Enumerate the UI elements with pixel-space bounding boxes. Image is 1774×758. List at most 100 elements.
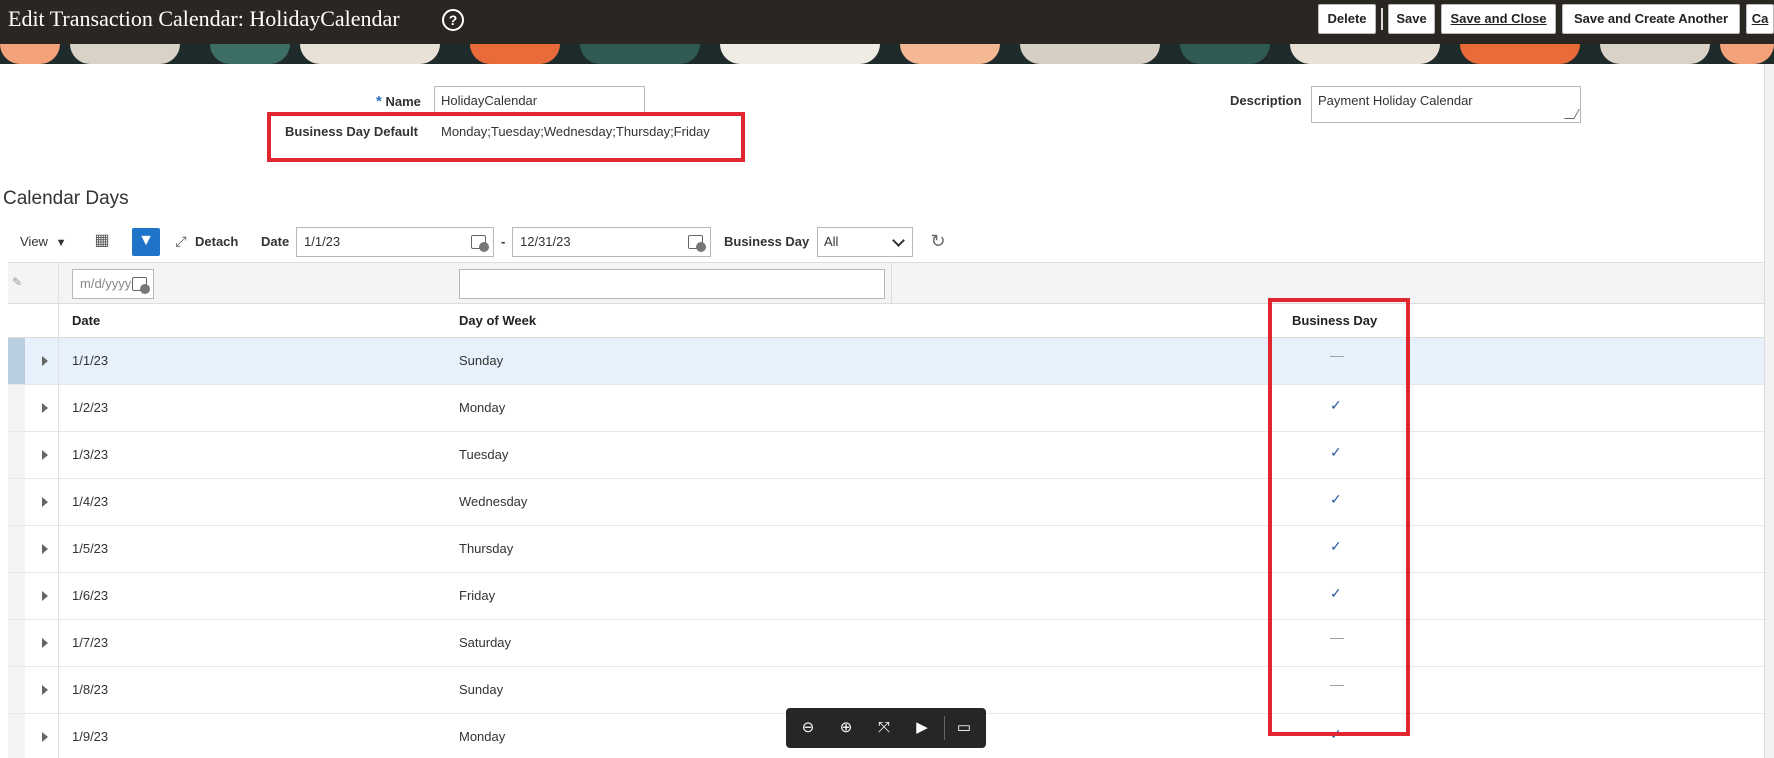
question-circle-icon[interactable]: ? <box>442 9 464 31</box>
toolbar-separator <box>1381 8 1383 30</box>
delete-button[interactable]: Delete <box>1318 4 1376 34</box>
business-day-select[interactable]: All <box>817 227 913 257</box>
expand-row-icon[interactable] <box>42 544 48 554</box>
table-row[interactable]: 1/3/23 Tuesday ✓ <box>8 432 1764 479</box>
date-range-separator: - <box>501 234 506 249</box>
zoom-in-icon[interactable]: ⊕ <box>834 716 858 740</box>
page-title: Edit Transaction Calendar: HolidayCalend… <box>8 6 400 31</box>
freeze-columns-icon[interactable]: ▦ <box>88 228 116 256</box>
date-filter-label: Date <box>261 234 290 249</box>
present-icon[interactable]: ▶ <box>910 716 934 740</box>
calendar-icon[interactable] <box>687 232 707 252</box>
expand-row-icon[interactable] <box>42 591 48 601</box>
filter-row: ✎ m/d/yyyy <box>8 262 1764 305</box>
calendar-icon[interactable] <box>470 232 490 252</box>
reset-icon[interactable]: ↻ <box>924 228 952 256</box>
row-selector[interactable] <box>8 573 25 619</box>
comment-icon[interactable]: ▭ <box>952 716 976 740</box>
business-day-select-value: All <box>824 234 839 249</box>
row-selector[interactable] <box>8 667 25 713</box>
caret-down-icon: ▼ <box>55 237 67 249</box>
decorative-banner <box>0 44 1774 64</box>
cell-date: 1/7/23 <box>72 635 109 650</box>
expand-row-icon[interactable] <box>42 732 48 742</box>
cancel-button[interactable]: Ca <box>1746 4 1774 34</box>
row-selector[interactable] <box>8 432 25 478</box>
column-header-date[interactable]: Date <box>72 313 100 328</box>
business-day-filter-label: Business Day <box>724 234 810 249</box>
table-row[interactable]: 1/2/23 Monday ✓ <box>8 385 1764 432</box>
expand-row-icon[interactable] <box>42 403 48 413</box>
column-header-day-of-week[interactable]: Day of Week <box>459 313 536 328</box>
day-of-week-filter-input[interactable] <box>459 269 885 299</box>
row-selector[interactable] <box>8 479 25 525</box>
expand-row-icon[interactable] <box>42 685 48 695</box>
save-and-create-another-button[interactable]: Save and Create Another <box>1562 4 1740 34</box>
highlight-box-business-day-column <box>1268 298 1410 736</box>
chevron-down-icon <box>892 234 905 247</box>
row-selector[interactable] <box>8 714 25 758</box>
viewer-separator <box>944 716 945 740</box>
cell-date: 1/8/23 <box>72 682 109 697</box>
vertical-scrollbar[interactable] <box>1764 64 1774 758</box>
date-from-value: 1/1/23 <box>304 234 341 249</box>
save-button[interactable]: Save <box>1388 4 1435 34</box>
header-bar: Edit Transaction Calendar: HolidayCalend… <box>0 0 1774 44</box>
expand-row-icon[interactable] <box>42 638 48 648</box>
cell-date: 1/5/23 <box>72 541 109 556</box>
business-day-default-value: Monday;Tuesday;Wednesday;Thursday;Friday <box>441 124 710 139</box>
cell-day-of-week: Wednesday <box>459 494 528 509</box>
description-textarea[interactable]: Payment Holiday Calendar <box>1311 86 1581 123</box>
cell-date: 1/6/23 <box>72 588 109 603</box>
cell-date: 1/3/23 <box>72 447 109 462</box>
row-selector[interactable] <box>8 338 25 384</box>
table-row[interactable]: 1/8/23 Sunday — <box>8 667 1764 714</box>
date-filter-placeholder: m/d/yyyy <box>80 276 132 291</box>
expand-row-icon[interactable] <box>42 450 48 460</box>
table-row[interactable]: 1/6/23 Friday ✓ <box>8 573 1764 620</box>
calendar-icon[interactable] <box>131 274 151 294</box>
table-row[interactable]: 1/1/23 Sunday — <box>8 338 1764 385</box>
column-divider <box>891 263 892 305</box>
cell-day-of-week: Sunday <box>459 682 504 697</box>
date-filter-input[interactable]: m/d/yyyy <box>72 269 154 299</box>
table-row[interactable]: 1/7/23 Saturday — <box>8 620 1764 667</box>
cell-date: 1/4/23 <box>72 494 109 509</box>
gutter-divider <box>58 262 59 758</box>
row-selector[interactable] <box>8 620 25 666</box>
table-row[interactable]: 1/4/23 Wednesday ✓ <box>8 479 1764 526</box>
clear-filter-icon[interactable]: ✎ <box>12 275 22 289</box>
business-day-default-label: Business Day Default <box>285 124 418 139</box>
table-row[interactable]: 1/5/23 Thursday ✓ <box>8 526 1764 573</box>
description-label: Description <box>1230 93 1302 108</box>
view-menu[interactable]: View ▼ <box>20 234 66 249</box>
cell-day-of-week: Tuesday <box>459 447 509 462</box>
date-from-input[interactable]: 1/1/23 <box>296 227 494 257</box>
expand-row-icon[interactable] <box>42 497 48 507</box>
cell-day-of-week: Friday <box>459 588 496 603</box>
view-label: View <box>20 234 48 249</box>
section-title-calendar-days: Calendar Days <box>3 188 129 209</box>
required-mark: * <box>376 93 382 110</box>
cell-date: 1/9/23 <box>72 729 109 744</box>
resize-grip-icon[interactable] <box>1564 109 1580 119</box>
zoom-out-icon[interactable]: ⊖ <box>796 716 820 740</box>
cell-date: 1/1/23 <box>72 353 109 368</box>
row-selector[interactable] <box>8 526 25 572</box>
cell-date: 1/2/23 <box>72 400 109 415</box>
cell-day-of-week: Saturday <box>459 635 512 650</box>
viewer-toolbar: ⊖ ⊕ ⤧ ▶ ▭ <box>786 708 986 748</box>
cell-day-of-week: Monday <box>459 729 506 744</box>
row-selector[interactable] <box>8 385 25 431</box>
save-and-close-button[interactable]: Save and Close <box>1441 4 1556 34</box>
cell-day-of-week: Sunday <box>459 353 504 368</box>
detach-button[interactable]: Detach <box>195 234 238 249</box>
description-value: Payment Holiday Calendar <box>1318 93 1473 108</box>
page: Edit Transaction Calendar: HolidayCalend… <box>0 0 1774 758</box>
query-by-example-icon[interactable]: ▼ <box>132 228 160 256</box>
fit-screen-icon[interactable]: ⤧ <box>872 716 896 740</box>
detach-icon[interactable]: ⤢ <box>167 228 195 256</box>
date-to-input[interactable]: 12/31/23 <box>512 227 711 257</box>
name-label: * Name <box>376 93 421 110</box>
expand-row-icon[interactable] <box>42 356 48 366</box>
